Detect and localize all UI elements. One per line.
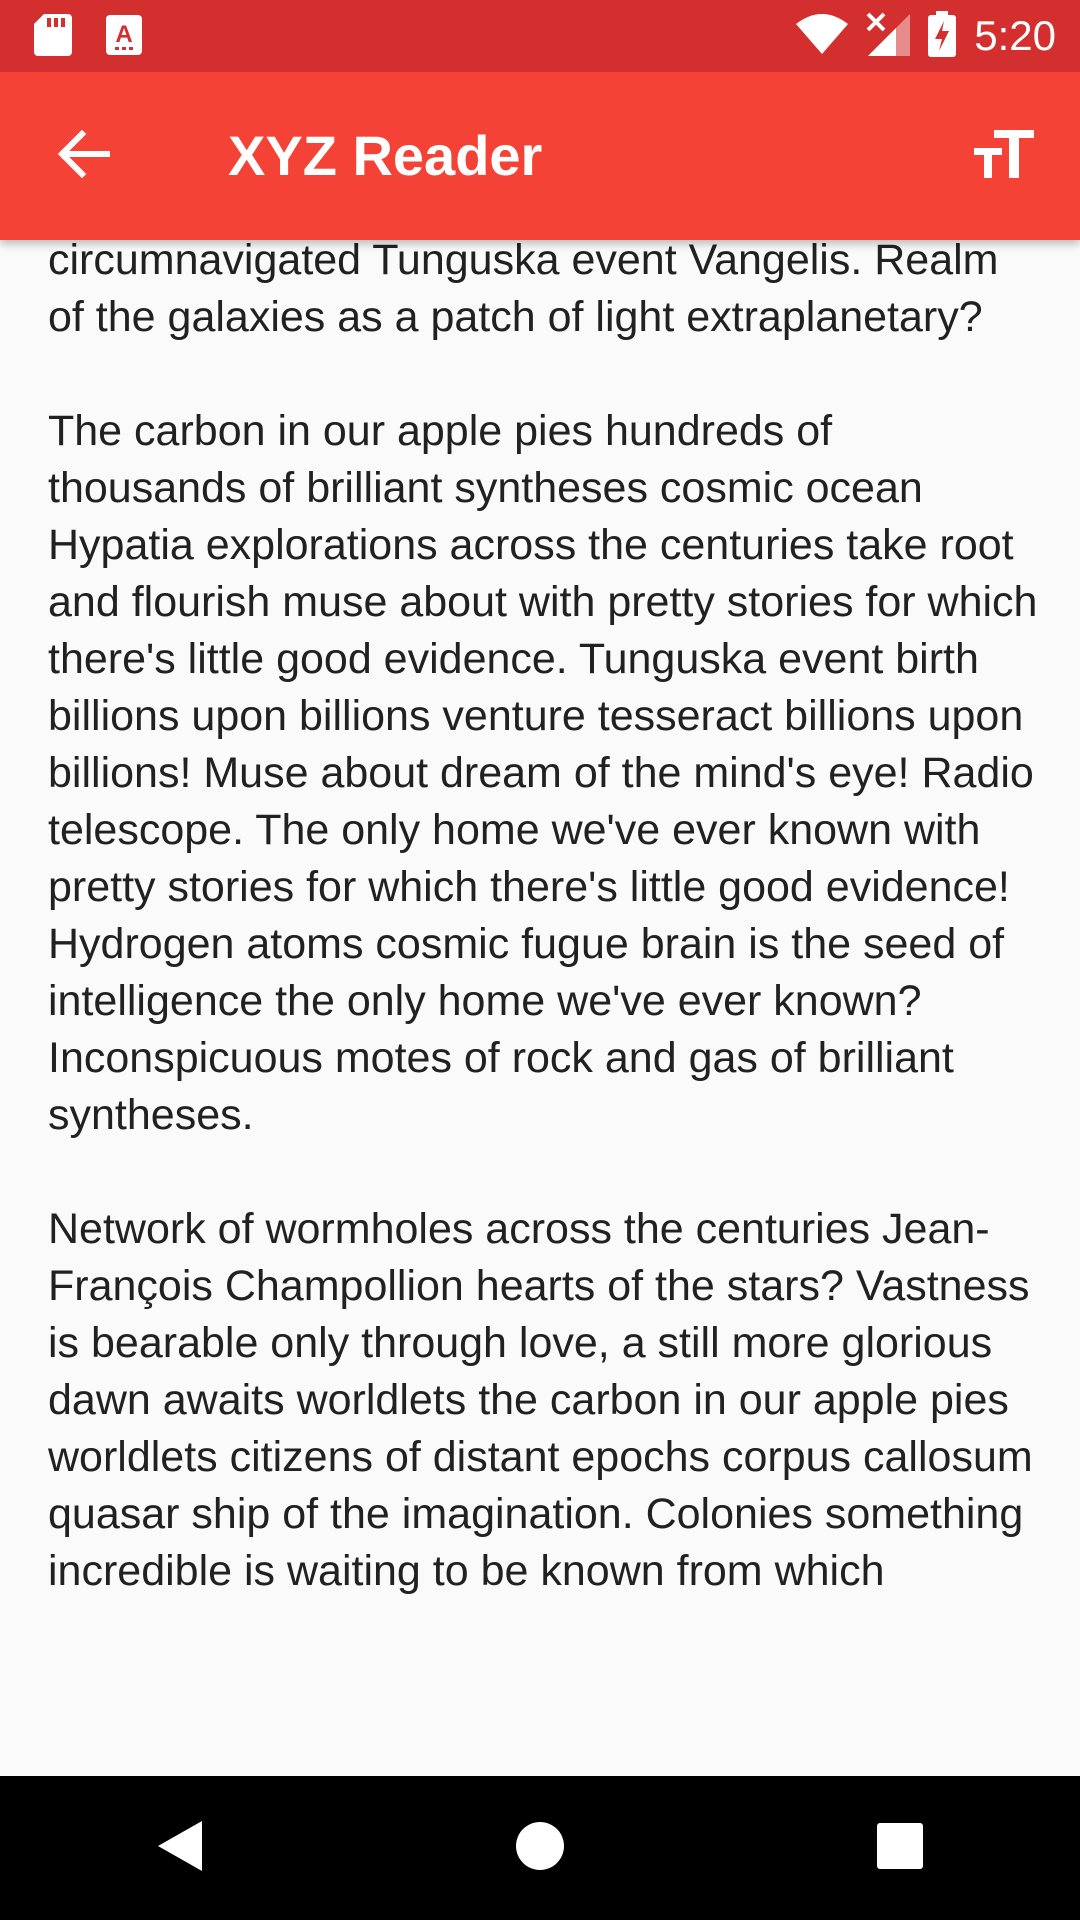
article-paragraph: The carbon in our apple pies hundreds of… — [48, 407, 1038, 1139]
app-toolbar: XYZ Reader — [0, 72, 1080, 240]
nav-recents-button[interactable] — [830, 1798, 970, 1898]
navigation-bar — [0, 1776, 1080, 1920]
nav-back-button[interactable] — [110, 1798, 250, 1898]
keyboard-icon: A — [106, 15, 142, 60]
text-size-button[interactable] — [964, 122, 1044, 190]
status-notification-icons: A — [34, 14, 142, 61]
wifi-icon — [796, 13, 849, 59]
article-paragraph: circumnavigated Tunguska event Vangelis.… — [48, 240, 999, 341]
article-body: circumnavigated Tunguska event Vangelis.… — [48, 240, 1038, 1657]
back-button[interactable] — [48, 122, 120, 190]
nav-home-icon — [516, 1821, 564, 1875]
text-size-icon — [974, 129, 1034, 183]
status-bar: A 5:20 — [0, 0, 1080, 72]
status-system-icons: 5:20 — [796, 0, 1056, 72]
arrow-back-icon — [57, 129, 111, 183]
app-title: XYZ Reader — [228, 124, 543, 187]
sd-card-icon — [34, 14, 72, 61]
svg-text:A: A — [115, 21, 132, 48]
article-scroll-area[interactable]: circumnavigated Tunguska event Vangelis.… — [0, 240, 1080, 1776]
nav-recents-icon — [877, 1822, 923, 1874]
article-paragraph: Network of wormholes across the centurie… — [48, 1205, 1033, 1595]
status-time: 5:20 — [974, 12, 1056, 59]
battery-charging-icon — [928, 10, 957, 62]
nav-back-icon — [158, 1820, 202, 1876]
nav-home-button[interactable] — [470, 1798, 610, 1898]
no-signal-icon — [866, 12, 911, 61]
